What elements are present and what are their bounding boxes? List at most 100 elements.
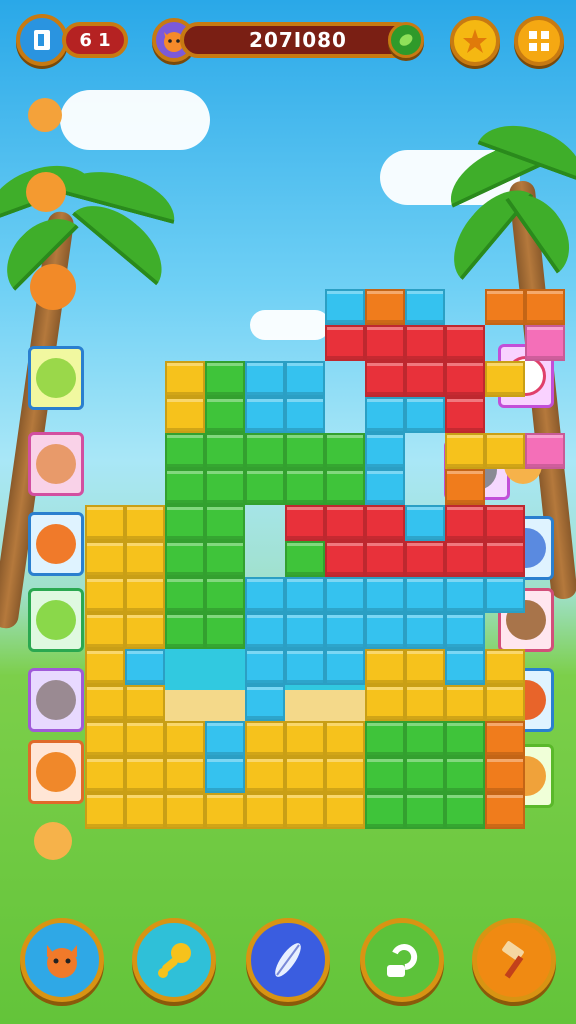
puzzle-tile[interactable] bbox=[405, 613, 445, 649]
puzzle-tile[interactable] bbox=[445, 793, 485, 829]
puzzle-tile[interactable] bbox=[325, 469, 365, 505]
puzzle-tile[interactable] bbox=[405, 541, 445, 577]
puzzle-tile[interactable] bbox=[365, 397, 405, 433]
puzzle-tile[interactable] bbox=[445, 721, 485, 757]
puzzle-tile[interactable] bbox=[165, 793, 205, 829]
puzzle-tile[interactable] bbox=[445, 397, 485, 433]
puzzle-tile[interactable] bbox=[485, 541, 525, 577]
puzzle-tile[interactable] bbox=[165, 433, 205, 469]
puzzle-tile[interactable] bbox=[405, 289, 445, 325]
puzzle-tile[interactable] bbox=[205, 577, 245, 613]
puzzle-tile[interactable] bbox=[405, 685, 445, 721]
puzzle-tile[interactable] bbox=[165, 577, 205, 613]
puzzle-tile[interactable] bbox=[405, 793, 445, 829]
puzzle-tile[interactable] bbox=[245, 577, 285, 613]
puzzle-tile[interactable] bbox=[85, 685, 125, 721]
puzzle-tile[interactable] bbox=[365, 757, 405, 793]
puzzle-tile[interactable] bbox=[205, 613, 245, 649]
puzzle-tile[interactable] bbox=[365, 469, 405, 505]
puzzle-tile[interactable] bbox=[125, 757, 165, 793]
puzzle-tile[interactable] bbox=[365, 613, 405, 649]
hammer-button[interactable] bbox=[472, 918, 556, 1002]
swap-button[interactable] bbox=[360, 918, 444, 1002]
puzzle-tile[interactable] bbox=[85, 541, 125, 577]
puzzle-tile[interactable] bbox=[365, 505, 405, 541]
puzzle-tile[interactable] bbox=[205, 433, 245, 469]
puzzle-tile[interactable] bbox=[125, 541, 165, 577]
puzzle-tile[interactable] bbox=[485, 793, 525, 829]
puzzle-tile[interactable] bbox=[445, 577, 485, 613]
puzzle-tile[interactable] bbox=[285, 757, 325, 793]
puzzle-tile[interactable] bbox=[485, 361, 525, 397]
creature-card[interactable] bbox=[28, 512, 84, 576]
puzzle-tile[interactable] bbox=[525, 325, 565, 361]
star-button[interactable] bbox=[450, 16, 500, 66]
puzzle-tile[interactable] bbox=[245, 613, 285, 649]
puzzle-tile[interactable] bbox=[405, 721, 445, 757]
puzzle-tile[interactable] bbox=[285, 505, 325, 541]
puzzle-tile[interactable] bbox=[85, 613, 125, 649]
puzzle-tile[interactable] bbox=[365, 541, 405, 577]
puzzle-tile[interactable] bbox=[285, 721, 325, 757]
puzzle-tile[interactable] bbox=[165, 613, 205, 649]
creature-card[interactable] bbox=[28, 668, 84, 732]
puzzle-tile[interactable] bbox=[325, 757, 365, 793]
puzzle-tile[interactable] bbox=[205, 469, 245, 505]
puzzle-tile[interactable] bbox=[485, 505, 525, 541]
puzzle-tile[interactable] bbox=[125, 721, 165, 757]
puzzle-tile[interactable] bbox=[285, 649, 325, 685]
puzzle-tile[interactable] bbox=[365, 433, 405, 469]
puzzle-tile[interactable] bbox=[85, 757, 125, 793]
puzzle-tile[interactable] bbox=[485, 757, 525, 793]
puzzle-tile[interactable] bbox=[365, 289, 405, 325]
puzzle-tile[interactable] bbox=[125, 505, 165, 541]
puzzle-tile[interactable] bbox=[445, 613, 485, 649]
puzzle-tile[interactable] bbox=[205, 757, 245, 793]
puzzle-tile[interactable] bbox=[445, 433, 485, 469]
puzzle-tile[interactable] bbox=[245, 361, 285, 397]
puzzle-tile[interactable] bbox=[165, 721, 205, 757]
puzzle-tile[interactable] bbox=[365, 577, 405, 613]
puzzle-tile[interactable] bbox=[205, 361, 245, 397]
puzzle-tile[interactable] bbox=[165, 397, 205, 433]
puzzle-tile[interactable] bbox=[125, 793, 165, 829]
puzzle-tile[interactable] bbox=[165, 505, 205, 541]
puzzle-tile[interactable] bbox=[445, 649, 485, 685]
puzzle-tile[interactable] bbox=[445, 541, 485, 577]
puzzle-tile[interactable] bbox=[85, 577, 125, 613]
puzzle-tile[interactable] bbox=[365, 685, 405, 721]
puzzle-tile[interactable] bbox=[245, 469, 285, 505]
puzzle-tile[interactable] bbox=[125, 649, 165, 685]
puzzle-tile[interactable] bbox=[285, 793, 325, 829]
puzzle-tile[interactable] bbox=[325, 505, 365, 541]
rattle-button[interactable] bbox=[132, 918, 216, 1002]
puzzle-tile[interactable] bbox=[205, 541, 245, 577]
puzzle-tile[interactable] bbox=[165, 541, 205, 577]
puzzle-tile[interactable] bbox=[325, 793, 365, 829]
puzzle-tile[interactable] bbox=[125, 685, 165, 721]
puzzle-tile[interactable] bbox=[85, 721, 125, 757]
puzzle-tile[interactable] bbox=[485, 433, 525, 469]
feather-button[interactable] bbox=[246, 918, 330, 1002]
puzzle-tile[interactable] bbox=[285, 433, 325, 469]
bonus-button[interactable] bbox=[388, 22, 424, 58]
puzzle-tile[interactable] bbox=[525, 289, 565, 325]
puzzle-tile[interactable] bbox=[245, 757, 285, 793]
puzzle-tile[interactable] bbox=[405, 361, 445, 397]
puzzle-tile[interactable] bbox=[165, 757, 205, 793]
puzzle-tile[interactable] bbox=[445, 685, 485, 721]
creature-card[interactable] bbox=[28, 432, 84, 496]
puzzle-tile[interactable] bbox=[325, 613, 365, 649]
puzzle-tile[interactable] bbox=[205, 505, 245, 541]
grid-button[interactable] bbox=[514, 16, 564, 66]
puzzle-tile[interactable] bbox=[325, 289, 365, 325]
puzzle-tile[interactable] bbox=[245, 397, 285, 433]
puzzle-tile[interactable] bbox=[285, 613, 325, 649]
puzzle-tile[interactable] bbox=[85, 649, 125, 685]
puzzle-tile[interactable] bbox=[365, 793, 405, 829]
puzzle-tile[interactable] bbox=[485, 289, 525, 325]
puzzle-tile[interactable] bbox=[485, 685, 525, 721]
puzzle-tile[interactable] bbox=[365, 325, 405, 361]
puzzle-tile[interactable] bbox=[325, 721, 365, 757]
puzzle-tile[interactable] bbox=[405, 577, 445, 613]
